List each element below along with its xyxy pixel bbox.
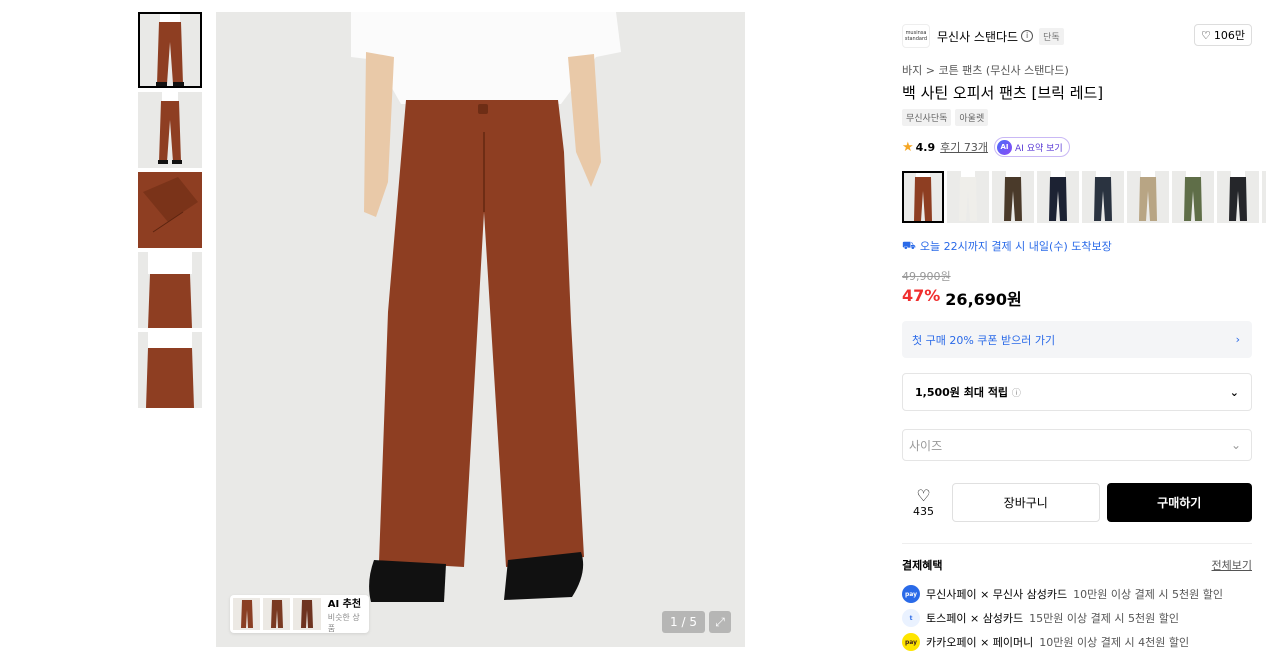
product-tags: 무신사단독 아울렛 xyxy=(902,109,989,126)
delivery-info: ⛟ 오늘 22시까지 결제 시 내일(수) 도착보장 xyxy=(902,238,1112,254)
tag-exclusive: 무신사단독 xyxy=(902,109,952,126)
thumbnail-list xyxy=(138,12,202,412)
points-dropdown[interactable]: 1,500원 최대 적립 ⓘ ⌄ xyxy=(902,373,1252,411)
payment-benefit-desc: 10만원 이상 결제 시 5천원 할인 xyxy=(1073,588,1223,601)
brand-like-count: 106만 xyxy=(1213,29,1245,42)
coupon-text: 첫 구매 20% 쿠폰 받으러 가기 xyxy=(912,333,1056,347)
payment-benefit-item: t 토스페이 × 삼성카드 15만원 이상 결제 시 5천원 할인 xyxy=(902,609,1252,627)
payment-benefits-header: 결제혜택 전체보기 xyxy=(902,557,1252,573)
info-icon[interactable]: ⓘ xyxy=(1012,389,1021,399)
chevron-right-icon: › xyxy=(1235,333,1240,346)
wishlist-button[interactable]: ♡ 435 xyxy=(902,482,945,522)
product-info-panel: musinsa standard 무신사 스탠다드 i 단독 ♡ 106만 바지… xyxy=(888,12,1266,653)
color-swatch[interactable] xyxy=(1217,171,1259,223)
payment-benefit-title: 토스페이 × 삼성카드 xyxy=(926,612,1024,625)
color-swatch[interactable] xyxy=(1082,171,1124,223)
color-swatch[interactable] xyxy=(947,171,989,223)
musinsa-pay-icon: pay xyxy=(902,585,920,603)
recommend-thumb-2[interactable] xyxy=(263,598,291,630)
tag-outlet: 아울렛 xyxy=(955,109,989,126)
star-icon: ★ xyxy=(902,139,914,155)
chevron-down-icon: ⌄ xyxy=(1229,385,1239,399)
payment-benefit-item: pay 카카오페이 × 페이머니 10만원 이상 결제 시 4천원 할인 xyxy=(902,633,1252,651)
color-swatch[interactable] xyxy=(1037,171,1079,223)
original-price: 49,900원 xyxy=(902,270,951,283)
ai-summary-label: AI 요약 보기 xyxy=(1015,143,1063,154)
brand-logo[interactable]: musinsa standard xyxy=(902,24,930,48)
thumbnail-2[interactable] xyxy=(138,92,202,168)
recommend-subtitle: 비슷한 상품 xyxy=(327,612,360,633)
chevron-down-icon: ⌄ xyxy=(1230,438,1241,452)
review-link[interactable]: 후기 73개 xyxy=(940,139,988,155)
payment-benefit-desc: 10만원 이상 결제 시 4천원 할인 xyxy=(1039,636,1190,649)
product-page: AI 추천 비슷한 상품 1 / 5 ⤢ musinsa standard 무신… xyxy=(0,0,1280,653)
kakao-pay-icon: pay xyxy=(902,633,920,651)
purchase-actions: ♡ 435 장바구니 구매하기 xyxy=(902,482,1252,522)
color-swatches xyxy=(902,171,1266,223)
ai-recommend-widget[interactable]: AI 추천 비슷한 상품 xyxy=(230,595,369,633)
payment-benefit-title: 카카오페이 × 페이머니 xyxy=(926,636,1034,649)
heart-icon: ♡ xyxy=(1201,28,1211,42)
coupon-banner[interactable]: 첫 구매 20% 쿠폰 받으러 가기 › xyxy=(902,321,1252,358)
color-swatch[interactable] xyxy=(1127,171,1169,223)
thumbnail-5[interactable] xyxy=(138,332,202,408)
points-text: 1,500원 최대 적립 xyxy=(915,386,1009,399)
recommend-title: AI 추천 xyxy=(327,598,362,610)
recommend-thumb-3[interactable] xyxy=(293,598,321,630)
buy-now-button[interactable]: 구매하기 xyxy=(1106,482,1252,522)
rating-value: 4.9 xyxy=(915,140,936,154)
expand-icon[interactable]: ⤢ xyxy=(709,611,731,633)
thumbnail-4[interactable] xyxy=(138,252,202,328)
heart-icon: ♡ xyxy=(916,486,931,505)
breadcrumb[interactable]: 바지 > 코튼 팬츠 (무신사 스탠다드) xyxy=(902,62,1069,78)
brand-row: musinsa standard 무신사 스탠다드 i 단독 ♡ 106만 xyxy=(902,24,1252,48)
toss-pay-icon: t xyxy=(902,609,920,627)
thumbnail-1[interactable] xyxy=(138,12,202,88)
ai-icon: AI xyxy=(997,139,1013,155)
ai-summary-button[interactable]: AI AI 요약 보기 xyxy=(994,137,1070,157)
rating-row: ★ 4.9 후기 73개 AI AI 요약 보기 xyxy=(902,137,1070,157)
delivery-text: 오늘 22시까지 결제 시 내일(수) 도착보장 xyxy=(919,240,1112,253)
payment-benefit-desc: 15만원 이상 결제 시 5천원 할인 xyxy=(1029,612,1179,625)
recommend-thumb-1[interactable] xyxy=(233,598,261,630)
payment-benefits-title: 결제혜택 xyxy=(902,559,943,572)
brand-name[interactable]: 무신사 스탠다드 xyxy=(937,28,1018,45)
wishlist-count: 435 xyxy=(913,505,934,518)
info-icon[interactable]: i xyxy=(1021,30,1034,42)
exclusive-badge: 단독 xyxy=(1039,27,1064,45)
brand-like-button[interactable]: ♡ 106만 xyxy=(1194,24,1252,46)
price-row: 47% 26,690원 xyxy=(902,286,1022,310)
color-swatch[interactable] xyxy=(992,171,1034,223)
color-swatch[interactable] xyxy=(1172,171,1214,223)
sale-price: 26,690원 xyxy=(945,290,1022,309)
size-placeholder: 사이즈 xyxy=(909,438,943,453)
payment-benefit-title: 무신사페이 × 무신사 삼성카드 xyxy=(926,588,1068,601)
image-counter: 1 / 5 xyxy=(662,611,705,633)
payment-view-all-link[interactable]: 전체보기 xyxy=(1212,557,1252,573)
points-label: 1,500원 최대 적립 ⓘ xyxy=(915,384,1021,400)
product-title: 백 사틴 오피서 팬츠 [브릭 레드] xyxy=(902,84,1104,102)
color-swatch[interactable] xyxy=(1262,171,1266,223)
recommend-text: AI 추천 비슷한 상품 xyxy=(328,595,366,634)
main-product-image[interactable]: AI 추천 비슷한 상품 1 / 5 ⤢ xyxy=(216,12,745,647)
color-swatch[interactable] xyxy=(902,171,944,223)
size-select[interactable]: 사이즈 ⌄ xyxy=(902,429,1252,461)
thumbnail-3[interactable] xyxy=(138,172,202,248)
add-to-cart-button[interactable]: 장바구니 xyxy=(952,482,1100,522)
divider xyxy=(902,543,1252,544)
discount-rate: 47% xyxy=(902,286,941,305)
payment-benefit-item: pay 무신사페이 × 무신사 삼성카드 10만원 이상 결제 시 5천원 할인 xyxy=(902,585,1252,603)
delivery-truck-icon: ⛟ xyxy=(902,238,916,252)
